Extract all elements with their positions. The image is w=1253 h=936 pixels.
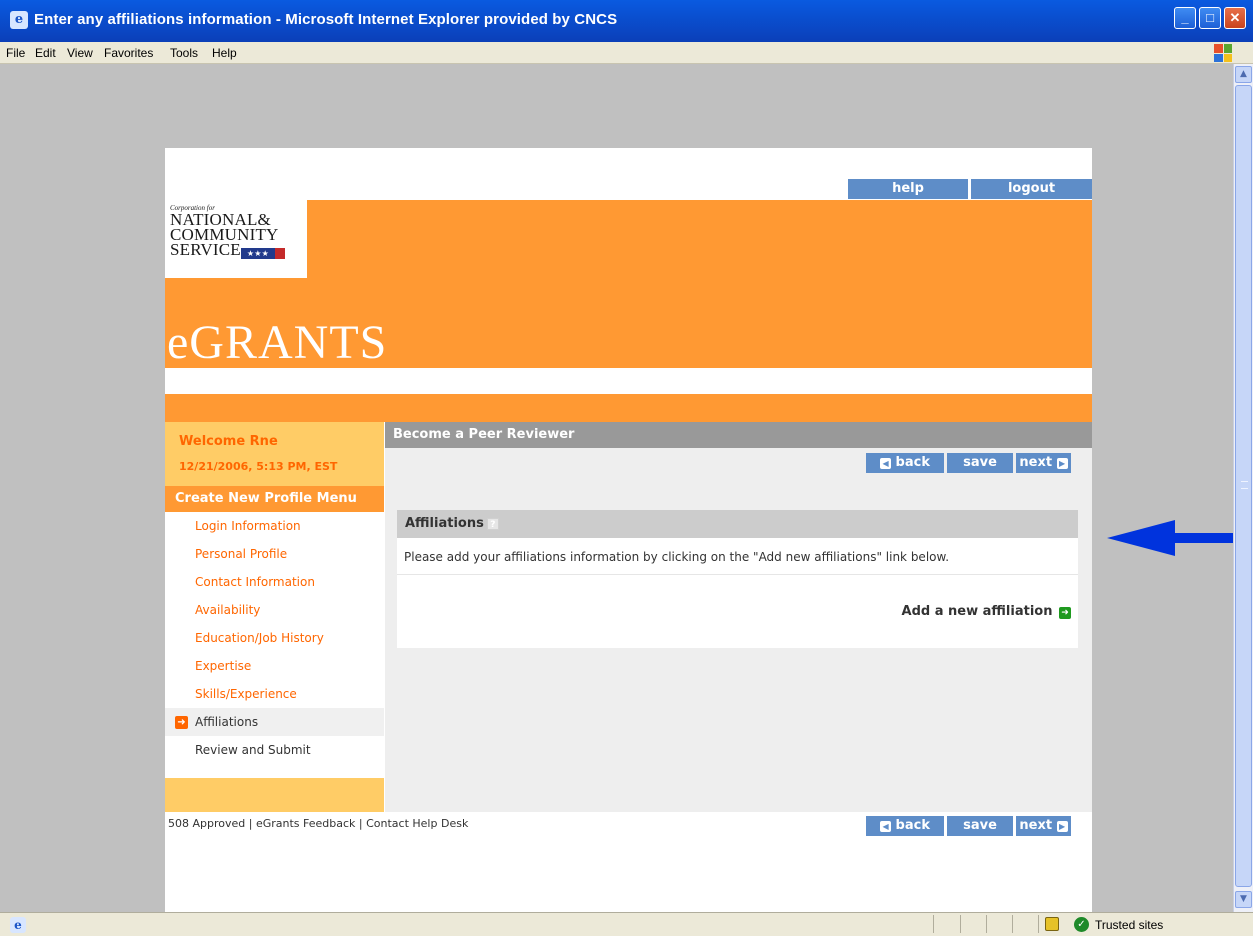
window-titlebar: e Enter any affiliations information - M… bbox=[0, 0, 1253, 42]
menu-favorites[interactable]: Favorites bbox=[104, 46, 153, 60]
sidebar-item-availability[interactable]: Availability bbox=[165, 596, 384, 624]
vertical-scrollbar[interactable]: ▲ ▼ bbox=[1233, 64, 1253, 912]
egrants-brand: eGRANTS bbox=[167, 316, 388, 369]
status-divider bbox=[986, 915, 987, 933]
help-link[interactable]: help bbox=[848, 179, 968, 199]
menu-view[interactable]: View bbox=[67, 46, 93, 60]
menu-tools[interactable]: Tools bbox=[170, 46, 198, 60]
next-arrow-icon: ▶ bbox=[1056, 821, 1068, 832]
add-affiliation-link[interactable]: Add a new affiliation ➜ bbox=[902, 604, 1071, 619]
back-arrow-icon: ◀ bbox=[880, 458, 892, 469]
check-icon: ✓ bbox=[1074, 917, 1089, 932]
menu-help[interactable]: Help bbox=[212, 46, 237, 60]
instruction-text: Please add your affiliations information… bbox=[404, 550, 950, 564]
status-divider bbox=[960, 915, 961, 933]
menubar: File Edit View Favorites Tools Help bbox=[0, 42, 1253, 64]
sidebar-item-review-and-submit[interactable]: Review and Submit bbox=[165, 736, 384, 764]
sidebar-item-affiliations[interactable]: ➜ Affiliations bbox=[165, 708, 384, 736]
menu-file[interactable]: File bbox=[6, 46, 25, 60]
menu-title: Create New Profile Menu bbox=[165, 486, 384, 512]
orange-strip bbox=[165, 394, 1092, 422]
sidebar-item-personal-profile[interactable]: Personal Profile bbox=[165, 540, 384, 568]
profile-sidebar: Welcome Rne 12/21/2006, 5:13 PM, EST Cre… bbox=[165, 422, 384, 812]
annotation-arrow-icon bbox=[1107, 520, 1249, 556]
status-divider bbox=[1038, 915, 1039, 933]
sidebar-item-login-information[interactable]: Login Information bbox=[165, 512, 384, 540]
cncs-logo: Corporation for NATIONAL& COMMUNITY SERV… bbox=[165, 200, 307, 278]
logout-link[interactable]: logout bbox=[971, 179, 1092, 199]
sidebar-item-skills-experience[interactable]: Skills/Experience bbox=[165, 680, 384, 708]
save-button-bottom[interactable]: save bbox=[947, 816, 1013, 836]
bottom-button-row: ◀ back save next ▶ bbox=[866, 816, 1071, 836]
next-button-bottom[interactable]: next ▶ bbox=[1016, 816, 1071, 836]
minimize-button[interactable]: _ bbox=[1174, 7, 1196, 29]
next-button[interactable]: next ▶ bbox=[1016, 453, 1071, 473]
status-divider bbox=[933, 915, 934, 933]
page-icon: e bbox=[10, 917, 26, 933]
close-button[interactable]: ✕ bbox=[1224, 7, 1246, 29]
web-page: help logout Corporation for NATIONAL& CO… bbox=[165, 148, 1092, 936]
divider bbox=[397, 574, 1078, 575]
grip-icon bbox=[1241, 481, 1248, 489]
arrow-right-icon: ➜ bbox=[175, 716, 188, 729]
maximize-button[interactable]: □ bbox=[1199, 7, 1221, 29]
help-icon[interactable]: ? bbox=[486, 518, 499, 530]
welcome-box: Welcome Rne 12/21/2006, 5:13 PM, EST bbox=[165, 422, 384, 486]
top-button-row: ◀ back save next ▶ bbox=[866, 453, 1071, 473]
main-content: Become a Peer Reviewer ◀ back save next … bbox=[385, 422, 1092, 812]
security-zone: Trusted sites bbox=[1095, 918, 1164, 932]
browser-viewport: help logout Corporation for NATIONAL& CO… bbox=[0, 64, 1233, 936]
save-button[interactable]: save bbox=[947, 453, 1013, 473]
scroll-thumb[interactable] bbox=[1235, 85, 1252, 887]
datetime-text: 12/21/2006, 5:13 PM, EST bbox=[179, 460, 338, 473]
statusbar: e ✓ Trusted sites bbox=[0, 912, 1253, 936]
back-button[interactable]: ◀ back bbox=[866, 453, 944, 473]
page-title: Become a Peer Reviewer bbox=[385, 422, 1092, 448]
windows-logo-icon bbox=[1214, 44, 1232, 62]
status-divider bbox=[1012, 915, 1013, 933]
window-title: Enter any affiliations information - Mic… bbox=[34, 11, 618, 28]
panel-title: Affiliations? bbox=[397, 510, 1078, 538]
sidebar-item-expertise[interactable]: Expertise bbox=[165, 652, 384, 680]
sidebar-item-label: Affiliations bbox=[195, 715, 259, 729]
menu-edit[interactable]: Edit bbox=[35, 46, 56, 60]
ie-icon: e bbox=[10, 11, 28, 29]
sidebar-item-contact-information[interactable]: Contact Information bbox=[165, 568, 384, 596]
scroll-up-icon[interactable]: ▲ bbox=[1235, 66, 1252, 83]
sidebar-footer-block bbox=[165, 778, 384, 812]
next-arrow-icon: ▶ bbox=[1056, 458, 1068, 469]
back-arrow-icon: ◀ bbox=[880, 821, 892, 832]
affiliations-panel: Affiliations? Please add your affiliatio… bbox=[397, 510, 1078, 648]
scroll-down-icon[interactable]: ▼ bbox=[1235, 891, 1252, 908]
back-button-bottom[interactable]: ◀ back bbox=[866, 816, 944, 836]
header-banner: Corporation for NATIONAL& COMMUNITY SERV… bbox=[165, 200, 1092, 369]
welcome-text: Welcome Rne bbox=[179, 434, 278, 449]
footer-links[interactable]: 508 Approved | eGrants Feedback | Contac… bbox=[168, 817, 468, 830]
lock-icon bbox=[1045, 917, 1059, 931]
sidebar-item-education-job-history[interactable]: Education/Job History bbox=[165, 624, 384, 652]
go-arrow-icon: ➜ bbox=[1059, 607, 1071, 619]
flag-icon: ★★★ bbox=[240, 248, 285, 259]
